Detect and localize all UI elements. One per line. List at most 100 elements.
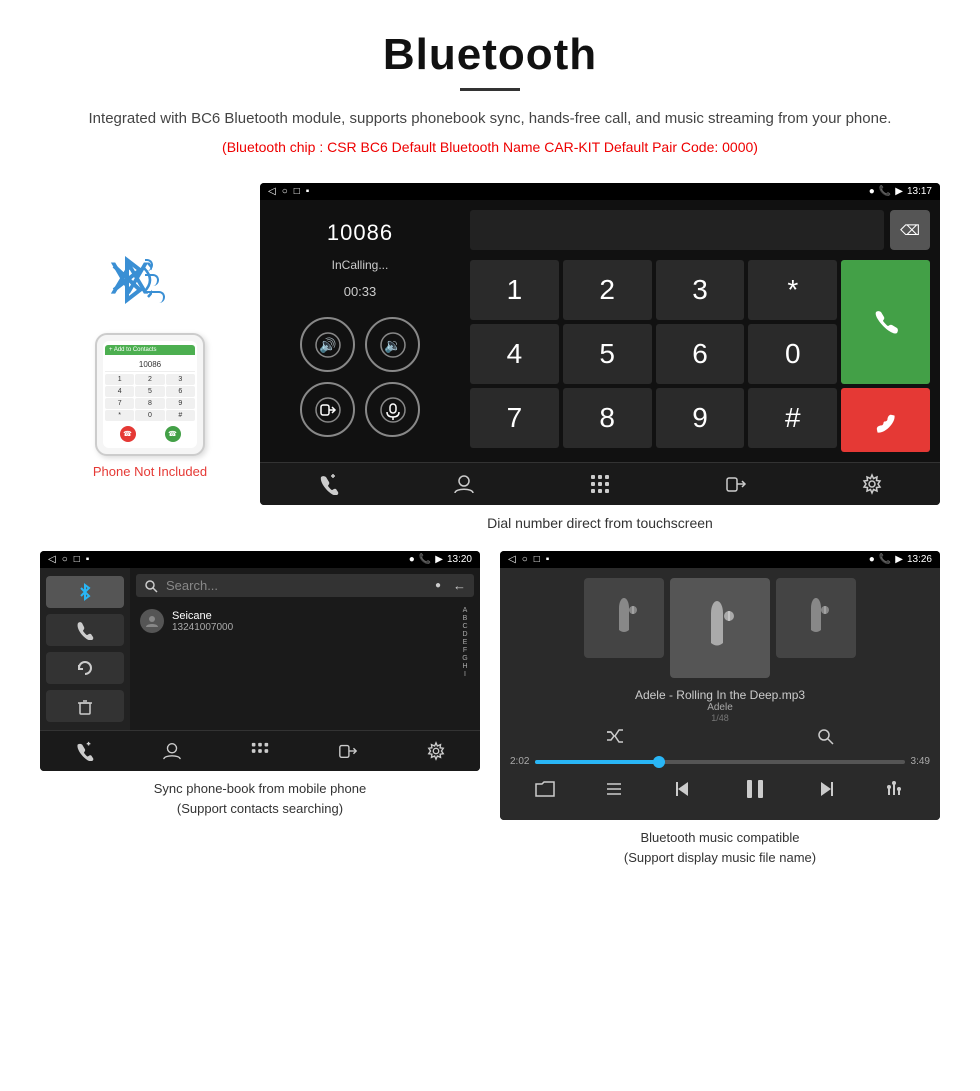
music-player-body: Adele - Rolling In the Deep.mp3 Adele 1/… [500,568,940,820]
key-star[interactable]: * [748,260,837,320]
key-7[interactable]: 7 [470,388,559,448]
music-notif-icon[interactable]: ▪ [546,554,550,565]
pb-wifi-icon: ▶ [435,554,443,565]
key-0[interactable]: 0 [748,324,837,384]
phone-key-9[interactable]: 9 [166,398,195,409]
phone-key-2[interactable]: 2 [135,374,164,385]
contact-name: Seicane [172,610,233,622]
dialer-toolbar [260,462,940,505]
album-art-main [670,578,770,678]
phone-key-3[interactable]: 3 [166,374,195,385]
home-icon[interactable]: ○ [282,186,288,197]
shuffle-icon[interactable] [606,727,624,750]
music-playback-controls [510,773,930,810]
phone-key-6[interactable]: 6 [166,386,195,397]
wifi-icon: ▶ [895,186,903,197]
phone-key-1[interactable]: 1 [105,374,134,385]
dialer-number-display: 10086 [327,220,393,246]
toolbar-contacts-icon[interactable] [453,473,475,495]
progress-thumb[interactable] [653,756,665,768]
key-3[interactable]: 3 [656,260,745,320]
top-section: ⯵ + Add to Contacts 10086 [0,173,980,531]
music-current-time: 2:02 [510,756,529,767]
pb-toolbar-settings[interactable] [426,741,446,761]
phone-end-button[interactable]: ☎ [120,426,136,442]
volume-up-button[interactable]: 🔊 [300,317,355,372]
pb-delete-icon[interactable] [46,690,124,722]
music-caption-line1: Bluetooth music compatible [641,830,800,845]
music-recents-icon[interactable]: □ [534,554,540,565]
pb-notif-icon[interactable]: ▪ [86,554,90,565]
pb-phone-sidebar-icon[interactable] [46,614,124,646]
call-button[interactable] [841,260,930,384]
phonebook-item: ◁ ○ □ ▪ ● 📞 ▶ 13:20 [40,551,480,867]
pb-home-icon[interactable]: ○ [62,554,68,565]
back-icon[interactable]: ◁ [268,186,276,197]
prev-icon[interactable] [673,779,693,804]
phonebook-search-bar[interactable]: Search... ● ← [136,574,474,597]
pb-bluetooth-icon[interactable] [46,576,124,608]
dialer-input-field[interactable] [470,210,884,250]
pb-recents-icon[interactable]: □ [74,554,80,565]
next-icon[interactable] [816,779,836,804]
toolbar-settings-icon[interactable] [861,473,883,495]
pb-toolbar-recent[interactable] [74,741,94,761]
phone-display-number: 10086 [105,358,195,372]
phone-key-0[interactable]: 0 [135,410,164,421]
pb-toolbar-transfer[interactable] [338,741,358,761]
notification-icon[interactable]: ▪ [306,186,310,197]
phonebook-main: Search... ● ← Seicane [130,568,480,730]
transfer-button[interactable] [300,382,355,437]
pb-back-icon[interactable]: ◁ [48,554,56,565]
phone-key-4[interactable]: 4 [105,386,134,397]
music-home-icon[interactable]: ○ [522,554,528,565]
toolbar-keypad-icon[interactable] [589,473,611,495]
key-6[interactable]: 6 [656,324,745,384]
music-track-name: Adele - Rolling In the Deep.mp3 [510,688,930,702]
key-4[interactable]: 4 [470,324,559,384]
main-dialer-screenshot: ◁ ○ □ ▪ ● 📞 ▶ 13:17 10086 InCalling... [260,183,940,505]
specs-text: (Bluetooth chip : CSR BC6 Default Blueto… [222,139,758,155]
backspace-button[interactable]: ⌫ [890,210,930,250]
end-call-button[interactable] [841,388,930,452]
pb-toolbar-keypad[interactable] [250,741,270,761]
pb-refresh-icon[interactable] [46,652,124,684]
key-5[interactable]: 5 [563,324,652,384]
phone-key-hash[interactable]: # [166,410,195,421]
key-9[interactable]: 9 [656,388,745,448]
music-search-icon[interactable] [816,727,834,750]
toolbar-transfer-icon[interactable] [725,473,747,495]
dialer-right-panel: ⌫ 1 2 3 * 4 5 6 [460,200,940,462]
music-screenshot: ◁ ○ □ ▪ ● 📞 ▶ 13:26 [500,551,940,820]
pb-toolbar-contacts[interactable] [162,741,182,761]
phone-key-8[interactable]: 8 [135,398,164,409]
phone-key-7[interactable]: 7 [105,398,134,409]
key-hash[interactable]: # [748,388,837,448]
key-8[interactable]: 8 [563,388,652,448]
phone-add-contacts: + Add to Contacts [109,347,157,353]
progress-track[interactable] [535,760,904,764]
music-info: Adele - Rolling In the Deep.mp3 Adele 1/… [510,688,930,723]
phone-key-5[interactable]: 5 [135,386,164,397]
album-art-right [776,578,856,658]
svg-text:🔊: 🔊 [319,336,336,354]
list-icon[interactable] [604,779,624,804]
key-2[interactable]: 2 [563,260,652,320]
contact-number: 13241007000 [172,622,233,633]
toolbar-recent-icon[interactable] [317,473,339,495]
recents-icon[interactable]: □ [294,186,300,197]
volume-down-button[interactable]: 🔉 [365,317,420,372]
mute-button[interactable] [365,382,420,437]
play-pause-icon[interactable] [743,777,767,806]
folder-icon[interactable] [535,779,555,804]
pb-contact-item[interactable]: Seicane 13241007000 [136,603,456,639]
phone-key-star[interactable]: * [105,410,134,421]
bottom-section: ◁ ○ □ ▪ ● 📞 ▶ 13:20 [0,531,980,887]
equalizer-icon[interactable] [885,779,905,804]
music-caption: Bluetooth music compatible (Support disp… [624,828,816,867]
phone-call-button[interactable]: ☎ [165,426,181,442]
back-arrow[interactable]: ← [453,578,466,593]
music-back-icon[interactable]: ◁ [508,554,516,565]
phone-bottom-buttons: ☎ ☎ [105,424,195,444]
key-1[interactable]: 1 [470,260,559,320]
